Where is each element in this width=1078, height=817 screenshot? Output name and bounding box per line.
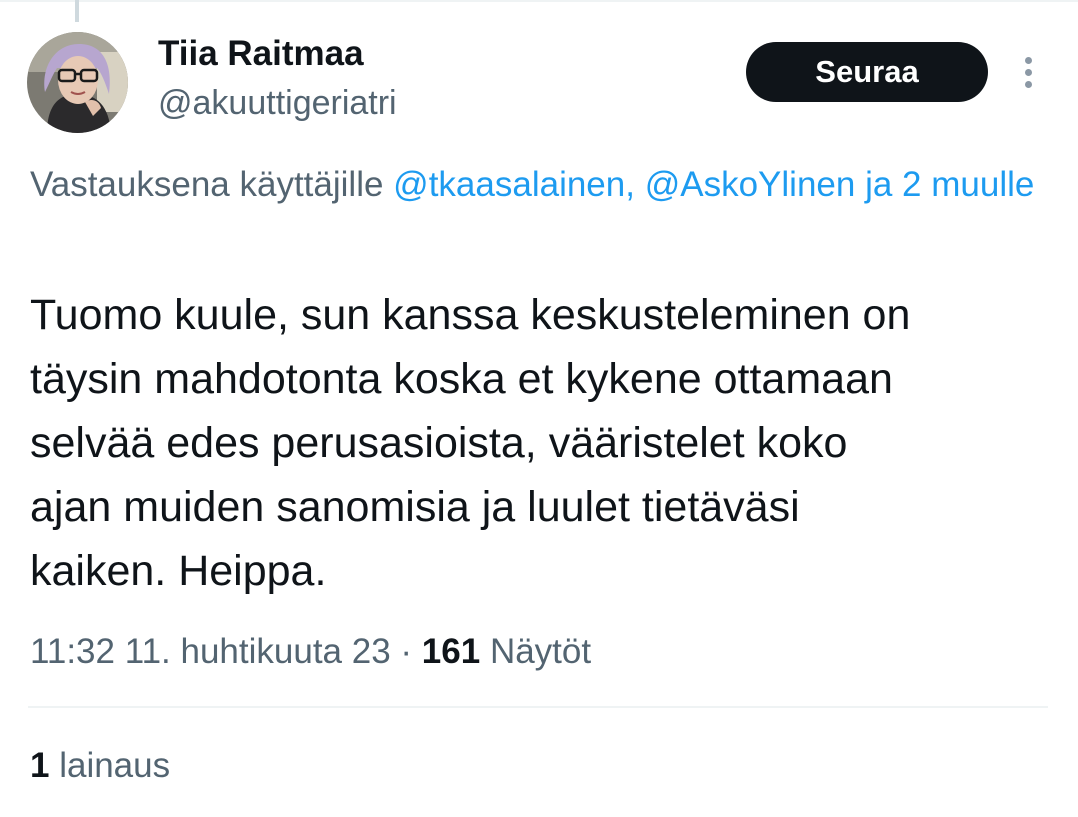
author-handle[interactable]: @akuuttigeriatri [158,83,397,123]
tweet-timestamp[interactable]: 11:32 11. huhtikuuta 23 [30,632,391,671]
views-count: 161 [421,632,481,671]
avatar[interactable] [27,32,128,133]
quotes-link[interactable]: 1 lainaus [30,742,170,790]
tweet-meta: 11:32 11. huhtikuuta 23 · 161 Näytöt [30,628,591,676]
meta-separator: · [400,632,413,671]
reply-context-prefix: Vastauksena käyttäjille [30,165,384,204]
author-display-name[interactable]: Tiia Raitmaa [158,34,364,74]
follow-button[interactable]: Seuraa [746,42,988,102]
profile-photo-icon [27,32,128,133]
more-dot [1024,68,1032,76]
more-dot [1024,80,1032,88]
top-divider [0,0,1078,2]
divider [28,706,1048,708]
mention-others[interactable]: ja 2 muulle [865,165,1034,204]
more-vertical-icon[interactable] [1012,52,1044,92]
thread-connector-line [75,0,79,22]
reply-context: Vastauksena käyttäjille @tkaasalainen, @… [30,158,1040,211]
mention-tkaasalainen[interactable]: @tkaasalainen, [393,165,635,204]
views-label: Näytöt [489,632,592,671]
quotes-count: 1 [30,746,50,785]
more-dot [1024,56,1032,64]
tweet-text: Tuomo kuule, sun kanssa keskusteleminen … [30,291,911,595]
mention-askoylinen[interactable]: @AskoYlinen [645,165,856,204]
tweet-detail: Tiia Raitmaa @akuuttigeriatri Seuraa Vas… [0,0,1078,817]
quotes-label: lainaus [59,746,171,785]
